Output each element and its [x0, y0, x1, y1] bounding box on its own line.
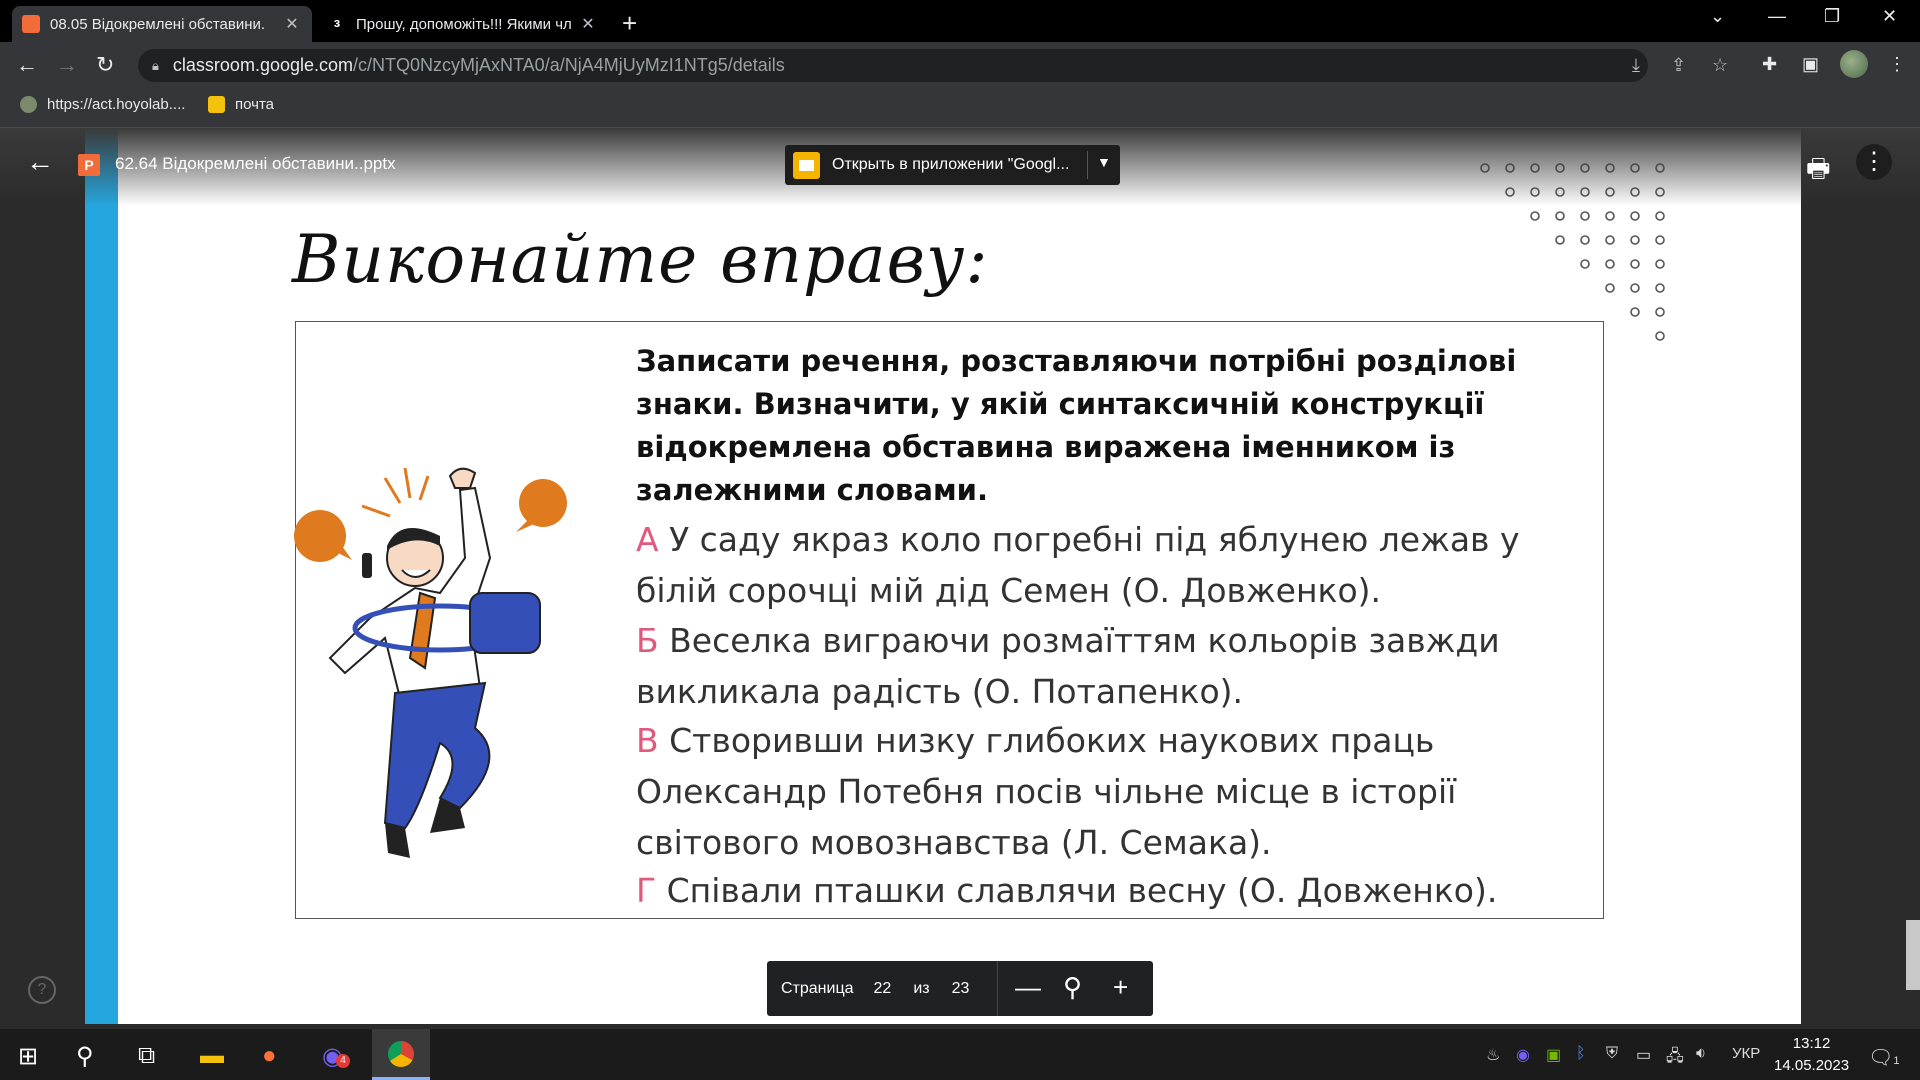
- sentence-d: Г Співали пташки славлячи весну (О. Довж…: [636, 865, 1596, 916]
- tab-inactive[interactable]: з Прошу, допоможіть!!! Якими чл ✕: [318, 6, 608, 42]
- clock[interactable]: 13:12 14.05.2023: [1774, 1033, 1849, 1077]
- lock-icon: 🔒︎: [152, 57, 159, 73]
- file-viewer: Виконайте вправу: Записати речення, розс…: [0, 128, 1920, 1029]
- steam-icon[interactable]: ♨: [1486, 1045, 1500, 1065]
- page-navigator: Страница 22 из 23 — ⚲ +: [767, 961, 1153, 1016]
- open-with-button[interactable]: Открыть в приложении "Googl... ▼: [785, 145, 1120, 185]
- notif-count: 1: [1893, 1055, 1900, 1067]
- new-tab-icon[interactable]: +: [622, 8, 637, 39]
- hoyolab-icon: [20, 96, 37, 113]
- sentence-a: А У саду якраз коло погребні під яблунею…: [636, 514, 1596, 616]
- sentence-letter: Г: [636, 871, 657, 910]
- profile-avatar[interactable]: [1840, 50, 1868, 78]
- pptx-file-icon: P: [78, 154, 100, 176]
- nvidia-icon[interactable]: ▣: [1546, 1045, 1561, 1065]
- sentence-b: Б Веселка виграючи розмаїттям кольорів з…: [636, 615, 1596, 717]
- bookmark-label: почта: [235, 96, 274, 113]
- tab-active[interactable]: 08.05 Відокремлені обставини. ✕: [12, 6, 312, 42]
- zoom-in-icon[interactable]: +: [1113, 972, 1128, 1003]
- security-icon[interactable]: ⛨: [1606, 1045, 1618, 1063]
- viber-badge: 4: [336, 1054, 350, 1068]
- chrome-icon: [388, 1041, 414, 1067]
- sentence-text: У саду якраз коло погребні під яблунею л…: [636, 520, 1520, 610]
- task-view-icon[interactable]: ⧉: [138, 1042, 155, 1070]
- search-icon[interactable]: ⚲: [76, 1042, 94, 1071]
- tab-title: Прошу, допоможіть!!! Якими чл: [356, 15, 572, 33]
- file-explorer-icon[interactable]: ▬: [200, 1042, 224, 1070]
- scrollbar-thumb[interactable]: [1906, 920, 1920, 990]
- windows-taskbar: ⊞ ⚲ ⧉ ▬ ● ◉ 4 ♨ ◉ ▣ ᛒ ⛨ ▭ 🖧︎ 🔉︎ УКР 13:12…: [0, 1029, 1920, 1080]
- minimize-icon[interactable]: —: [1768, 6, 1786, 27]
- forward-icon[interactable]: →: [56, 52, 78, 78]
- browser-toolbar: ← → ↻ 🔒︎ classroom.google.com/c/NTQ0Nzcy…: [0, 42, 1920, 88]
- page-label: Страница: [781, 979, 854, 997]
- close-tab-icon[interactable]: ✕: [578, 14, 598, 34]
- slide-heading: Виконайте вправу:: [292, 221, 989, 298]
- viber-tray-icon[interactable]: ◉: [1516, 1045, 1530, 1065]
- zoom-out-icon[interactable]: —: [1015, 972, 1041, 1003]
- battery-icon[interactable]: ▭: [1636, 1045, 1651, 1065]
- page-current[interactable]: 22: [874, 980, 892, 998]
- help-icon[interactable]: ?: [28, 976, 56, 1004]
- language-indicator[interactable]: УКР: [1732, 1045, 1760, 1062]
- extensions-icon[interactable]: ✚: [1762, 54, 1777, 75]
- menu-icon[interactable]: ⋮: [1888, 54, 1906, 75]
- side-panel-icon[interactable]: ▣: [1802, 54, 1819, 75]
- chrome-taskbar-button[interactable]: [372, 1029, 430, 1080]
- page-of: из: [913, 979, 930, 997]
- close-tab-icon[interactable]: ✕: [282, 14, 302, 34]
- slides-tab-icon: [22, 15, 40, 33]
- sentence-letter: В: [636, 721, 659, 760]
- url-host: classroom.google.com: [172, 55, 354, 75]
- chevron-down-icon[interactable]: ▼: [1097, 154, 1111, 170]
- restore-icon[interactable]: ❐: [1824, 6, 1840, 27]
- jumping-man-illustration: [294, 467, 567, 858]
- sentence-text: Створивши низку глибоких наукових праць …: [636, 721, 1457, 862]
- sentence-letter: Б: [636, 621, 659, 660]
- more-options-icon[interactable]: ⋮: [1856, 144, 1892, 180]
- file-name: 62.64 Відокремлені обставини..pptx: [115, 154, 396, 173]
- close-window-icon[interactable]: ✕: [1882, 6, 1897, 27]
- zoom-search-icon[interactable]: ⚲: [1063, 972, 1082, 1003]
- bookmark-label: https://act.hoyolab....: [47, 96, 186, 113]
- sentence-c: В Створивши низку глибоких наукових прац…: [636, 715, 1596, 868]
- network-icon[interactable]: 🖧︎: [1666, 1045, 1684, 1072]
- bookmark-star-icon[interactable]: ☆: [1712, 55, 1728, 76]
- sentence-text: Співали пташки славлячи весну (О. Довжен…: [656, 871, 1498, 910]
- site-tab-icon: з: [328, 15, 346, 33]
- tab-title: 08.05 Відокремлені обставини.: [50, 15, 266, 33]
- install-icon[interactable]: ⤓: [1632, 55, 1640, 76]
- clock-date: 14.05.2023: [1774, 1057, 1850, 1074]
- sentence-text: Веселка виграючи розмаїттям кольорів зав…: [636, 621, 1500, 711]
- volume-icon[interactable]: 🔉︎: [1696, 1045, 1706, 1063]
- bookmark-item[interactable]: почта: [208, 96, 274, 113]
- viewer-back-icon[interactable]: ←: [26, 146, 54, 178]
- back-icon[interactable]: ←: [16, 52, 38, 78]
- sentence-letter: А: [636, 520, 659, 559]
- url-text: classroom.google.com/c/NTQ0NzcyMjAxNTA0/…: [173, 55, 785, 76]
- mail-icon: [208, 96, 225, 113]
- firefox-icon[interactable]: ●: [262, 1042, 277, 1070]
- bookmark-item[interactable]: https://act.hoyolab....: [20, 96, 185, 113]
- page-total: 23: [951, 979, 970, 997]
- tab-search-icon[interactable]: ⌄: [1710, 6, 1725, 27]
- viber-icon[interactable]: ◉ 4: [322, 1042, 350, 1071]
- reload-icon[interactable]: ↻: [96, 52, 114, 78]
- windows-start-icon[interactable]: ⊞: [18, 1042, 38, 1071]
- notifications-icon[interactable]: 🗨︎1: [1868, 1045, 1900, 1070]
- open-with-label: Открыть в приложении "Googl...: [832, 156, 1070, 173]
- share-icon[interactable]: ⇪: [1671, 55, 1686, 76]
- task-instruction: Записати речення, розставляючи потрібні …: [636, 344, 1517, 507]
- clock-time: 13:12: [1792, 1035, 1831, 1052]
- url-path: /c/NTQ0NzcyMjAxNTA0/a/NjA4MjUyMzI1NTg5/d…: [353, 55, 785, 75]
- address-bar[interactable]: 🔒︎ classroom.google.com/c/NTQ0NzcyMjAxNT…: [138, 49, 1728, 82]
- google-slides-icon: [793, 151, 820, 179]
- bluetooth-icon[interactable]: ᛒ: [1576, 1045, 1586, 1063]
- bookmarks-bar: https://act.hoyolab.... почта: [0, 88, 1920, 128]
- print-icon[interactable]: 🖶︎: [1806, 150, 1831, 194]
- tab-strip: 08.05 Відокремлені обставини. ✕ з Прошу,…: [0, 0, 1920, 42]
